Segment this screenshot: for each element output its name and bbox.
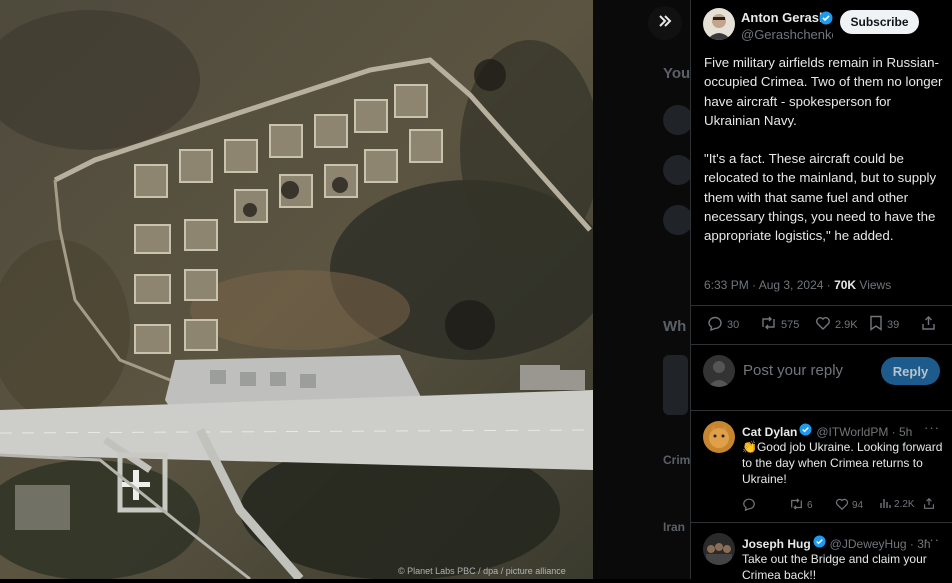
reply-text: Take out the Bridge and claim your Crime… [742,552,927,582]
bookmark-count: 39 [887,318,900,331]
reply-button[interactable]: Reply [881,357,940,385]
tweet-meta: 6:33 PM · Aug 3, 2024 · 70K Views [704,278,891,292]
tweet-paragraph: Five military airfields remain in Russia… [704,55,943,128]
timeline-backdrop: You Wh Crim Iran [593,0,690,579]
author-avatar[interactable] [703,8,735,40]
timestamp[interactable]: 6:33 PM · Aug 3, 2024 · [704,278,834,292]
reply-view-count: 2.2K [894,499,915,510]
reply-like-action[interactable]: 94 [835,497,863,514]
double-chevron-right-icon [657,13,673,34]
bookmark-icon [869,315,887,334]
divider [691,305,952,306]
analytics-icon [879,497,894,512]
repost-icon [789,497,807,514]
backdrop-heading: Wh [663,318,687,335]
reply-share-action[interactable] [923,497,938,513]
collapse-panel-button[interactable] [648,6,682,40]
views-label: Views [856,278,892,292]
like-action[interactable]: 2.9K [815,315,858,334]
reply-avatar[interactable] [703,533,735,565]
comment-icon [742,497,759,514]
backdrop-avatar [663,105,690,135]
divider [691,522,952,523]
author-name[interactable]: Anton Gerash [741,10,827,25]
reply-text: 👏Good job Ukraine. Looking forward to th… [742,440,943,486]
share-action[interactable] [921,315,940,334]
more-options-icon[interactable]: ··· [924,532,940,547]
backdrop-avatar [663,155,690,185]
image-credit: © Planet Labs PBC / dpa / picture allian… [398,566,566,576]
media-viewer: You Wh Crim Iran © Planet Labs PBC / dpa… [0,0,690,579]
repost-action[interactable]: 575 [760,315,799,334]
reply-repost-action[interactable]: 6 [789,497,813,514]
heart-icon [815,315,835,334]
author-name-text: Anton Gerash [741,10,827,25]
tweet-paragraph: "It's a fact. These aircraft could be re… [704,151,937,244]
reply-count: 30 [727,318,740,331]
repost-count: 575 [781,318,800,331]
share-icon [921,315,940,334]
backdrop-avatar [663,205,690,235]
reply-author-handle[interactable]: @JDeweyHug · 3h [830,537,931,551]
my-avatar [703,355,735,387]
like-count: 2.9K [835,318,858,331]
reply-like-count: 94 [852,500,864,511]
reply-author-handle[interactable]: @ITWorldPM · 5h [816,425,912,439]
author-handle[interactable]: @Gerashchenko_ [741,27,833,42]
satellite-photo[interactable]: © Planet Labs PBC / dpa / picture allian… [0,0,593,579]
backdrop-card [663,355,688,415]
heart-icon [835,497,852,514]
views-count: 70K [834,278,857,292]
reply-author-name[interactable]: Joseph Hug [742,537,811,551]
tweet-text: Five military airfields remain in Russia… [704,53,949,265]
divider [691,410,952,411]
reply-input[interactable]: Post your reply [743,362,843,379]
comment-icon [707,315,727,334]
more-options-icon[interactable]: ··· [924,420,940,435]
reply-repost-count: 6 [807,500,813,511]
backdrop-item: Crim [663,453,690,467]
share-icon [923,497,938,513]
tweet-actions: 30 575 2.9K 39 [707,315,942,335]
reply-comment-action[interactable] [742,497,759,514]
reply-views-action[interactable]: 2.2K [879,497,915,512]
repost-icon [760,315,781,334]
bookmark-action[interactable]: 39 [869,315,899,334]
reply-author-name[interactable]: Cat Dylan [742,425,797,439]
backdrop-item: Iran [663,520,686,534]
subscribe-button[interactable]: Subscribe [840,10,919,34]
reply-action[interactable]: 30 [707,315,739,334]
backdrop-heading: You [663,65,690,82]
divider [691,344,952,345]
reply-avatar[interactable] [703,421,735,453]
tweet-panel: Anton Gerash @Gerashchenko_ Subscribe Fi… [690,0,952,582]
